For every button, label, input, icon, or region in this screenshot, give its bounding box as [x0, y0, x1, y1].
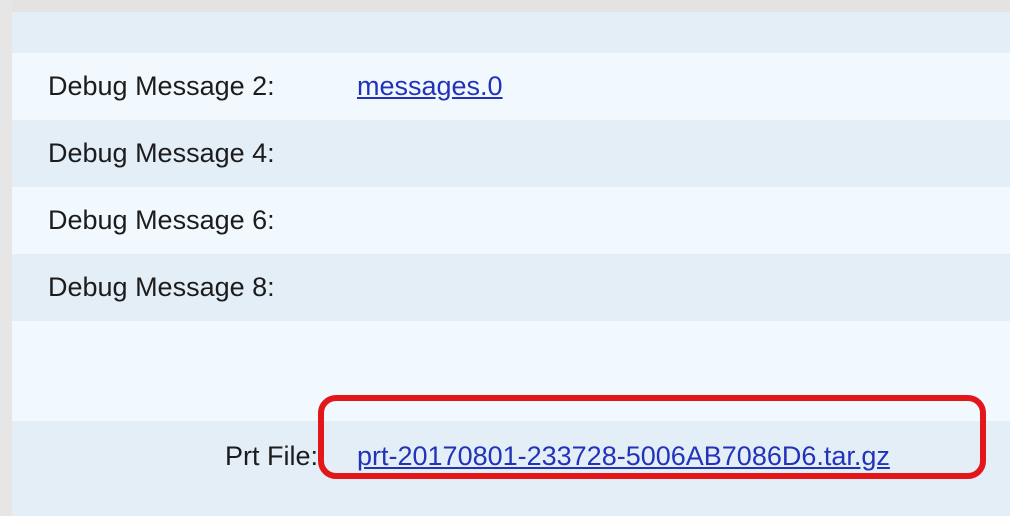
- debug-label-8: Debug Message 8:: [48, 272, 275, 302]
- debug-row-6: Debug Message 6:: [12, 187, 1010, 254]
- debug-link-messages[interactable]: messages.0: [357, 71, 503, 102]
- prt-file-row: Prt File: prt-20170801-233728-5006AB7086…: [12, 421, 1010, 516]
- debug-row-8: Debug Message 8:: [12, 254, 1010, 321]
- debug-row-2: Debug Message 2: messages.0: [12, 53, 1010, 120]
- debug-panel: Debug Message 2: messages.0 Debug Messag…: [12, 12, 1010, 516]
- prt-file-label: Prt File:: [224, 441, 318, 471]
- debug-info-screen: Debug Message 2: messages.0 Debug Messag…: [0, 0, 1010, 516]
- debug-label-6: Debug Message 6:: [48, 205, 275, 235]
- left-border: [0, 0, 12, 516]
- debug-label-4: Debug Message 4:: [48, 138, 275, 168]
- debug-label-2: Debug Message 2:: [48, 71, 275, 101]
- top-border: [0, 0, 1010, 12]
- prt-file-link[interactable]: prt-20170801-233728-5006AB7086D6.tar.gz: [357, 441, 890, 472]
- spacer-row: [12, 321, 1010, 421]
- debug-row-4: Debug Message 4:: [12, 120, 1010, 187]
- header-spacer-row: [12, 12, 1010, 53]
